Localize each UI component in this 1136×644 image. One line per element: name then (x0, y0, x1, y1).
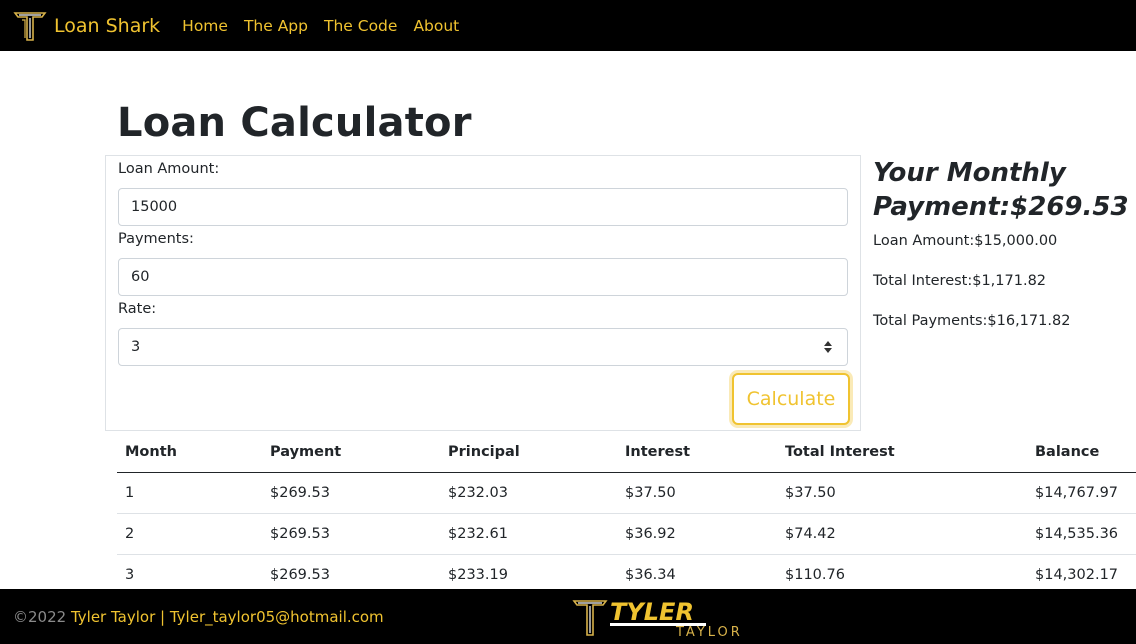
cell-principal: $233.19 (440, 554, 617, 589)
t-monogram-icon (13, 11, 47, 41)
cell-interest: $37.50 (617, 472, 777, 514)
rate-label: Rate: (118, 301, 157, 317)
header-month: Month (117, 432, 262, 473)
results-panel: Your Monthly Payment:$269.53 Loan Amount… (873, 156, 1136, 329)
loan-amount-label: Loan Amount: (118, 161, 220, 177)
cell-total-interest: $37.50 (777, 472, 1027, 514)
cell-payment: $269.53 (262, 513, 440, 555)
cell-interest: $36.34 (617, 554, 777, 589)
spin-down-icon[interactable] (824, 348, 832, 353)
cell-payment: $269.53 (262, 472, 440, 514)
header-total-interest: Total Interest (777, 432, 1027, 473)
monthly-payment-line2: Payment:$269.53 (873, 192, 1129, 222)
tyler-taylor-logo: TYLER TAYLOR (572, 598, 743, 640)
monthly-payment-line1: Your Monthly (873, 158, 1066, 188)
footer-credits: ©2022 Tyler Taylor | Tyler_taylor05@hotm… (13, 608, 384, 626)
amortization-table: Month Payment Principal Interest Total I… (117, 432, 1136, 589)
payments-input[interactable] (118, 258, 848, 296)
result-loan-amount: Loan Amount:$15,000.00 (873, 233, 1058, 249)
cell-payment: $269.53 (262, 554, 440, 589)
table-row: 3 $269.53 $233.19 $36.34 $110.76 $14,302… (117, 554, 1136, 589)
cell-principal: $232.03 (440, 472, 617, 514)
table-row: 1 $269.53 $232.03 $37.50 $37.50 $14,767.… (117, 472, 1136, 514)
brand-name: Loan Shark (54, 14, 161, 37)
result-total-payments: Total Payments:$16,171.82 (873, 313, 1071, 329)
number-spinner-icon[interactable] (822, 336, 834, 358)
cell-interest: $36.92 (617, 513, 777, 555)
navbar: Loan Shark Home The App The Code About (0, 0, 1136, 51)
payments-label: Payments: (118, 231, 194, 247)
nav-links: Home The App The Code About (182, 17, 459, 35)
logo-text-top: TYLER (610, 598, 694, 626)
cell-balance: $14,767.97 (1027, 472, 1136, 514)
loan-amount-input[interactable] (118, 188, 848, 226)
spin-up-icon[interactable] (824, 341, 832, 346)
cell-month: 3 (117, 554, 262, 589)
monthly-payment-heading: Your Monthly Payment:$269.53 (873, 156, 1136, 224)
nav-the-app[interactable]: The App (244, 17, 308, 35)
cell-month: 2 (117, 513, 262, 555)
logo-text-bottom: TAYLOR (675, 625, 743, 640)
header-balance: Balance (1027, 432, 1136, 473)
cell-total-interest: $110.76 (777, 554, 1027, 589)
nav-the-code[interactable]: The Code (324, 17, 397, 35)
loan-form: Loan Amount: Payments: Rate: Calculate (105, 155, 861, 431)
amortization-table-container: Month Payment Principal Interest Total I… (117, 432, 1136, 589)
nav-about[interactable]: About (413, 17, 459, 35)
header-principal: Principal (440, 432, 617, 473)
brand-link[interactable]: Loan Shark (12, 8, 182, 44)
cell-principal: $232.61 (440, 513, 617, 555)
header-interest: Interest (617, 432, 777, 473)
header-payment: Payment (262, 432, 440, 473)
footer: ©2022 Tyler Taylor | Tyler_taylor05@hotm… (0, 589, 1136, 644)
copyright-text: ©2022 (13, 608, 67, 626)
cell-balance: $14,535.36 (1027, 513, 1136, 555)
cell-balance: $14,302.17 (1027, 554, 1136, 589)
result-total-interest: Total Interest:$1,171.82 (873, 273, 1047, 289)
table-header-row: Month Payment Principal Interest Total I… (117, 432, 1136, 473)
cell-total-interest: $74.42 (777, 513, 1027, 555)
rate-input[interactable] (118, 328, 848, 366)
cell-month: 1 (117, 472, 262, 514)
page-title: Loan Calculator (117, 100, 472, 146)
nav-home[interactable]: Home (182, 17, 228, 35)
author-contact-link[interactable]: Tyler Taylor | Tyler_taylor05@hotmail.co… (66, 608, 384, 626)
table-row: 2 $269.53 $232.61 $36.92 $74.42 $14,535.… (117, 513, 1136, 555)
calculate-button[interactable]: Calculate (732, 373, 850, 425)
